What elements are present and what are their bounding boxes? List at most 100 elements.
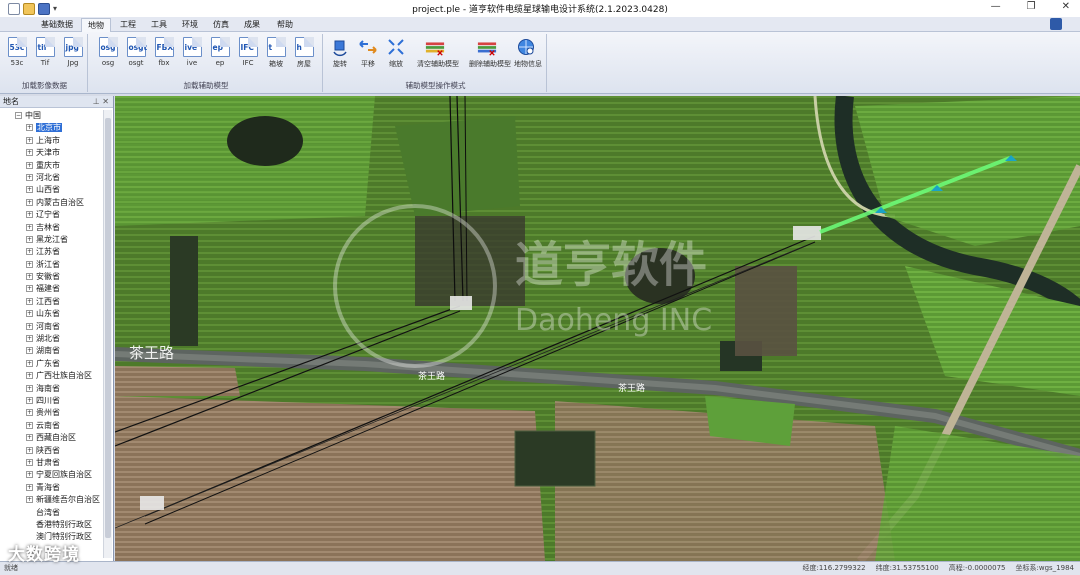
expand-icon[interactable]: + [26, 384, 33, 392]
tab-results[interactable]: 成果 [238, 18, 266, 32]
tab-basic-data[interactable]: 基础数据 [35, 18, 79, 32]
load-53c-button[interactable]: 53c 53c [5, 37, 29, 71]
tree-item[interactable]: 台湾省 [0, 507, 104, 519]
tree-item[interactable]: + 四川省 [0, 395, 104, 407]
tree-item[interactable]: + 河北省 [0, 172, 104, 184]
expand-icon[interactable]: + [26, 458, 33, 466]
close-button[interactable]: ✕ [1062, 1, 1070, 12]
collapse-icon[interactable]: − [15, 112, 22, 119]
minimize-button[interactable]: — [991, 1, 1001, 12]
expand-icon[interactable]: + [26, 248, 33, 256]
expand-icon[interactable]: + [26, 496, 33, 504]
delete-aux-model-button[interactable]: 删除辅助模型 [469, 37, 511, 71]
tree-item[interactable]: + 新疆维吾尔自治区 [0, 494, 104, 506]
tree-item[interactable]: + 江苏省 [0, 246, 104, 258]
expand-icon[interactable]: + [26, 173, 33, 181]
expand-icon[interactable]: + [26, 322, 33, 330]
expand-icon[interactable]: + [26, 359, 33, 367]
expand-icon[interactable]: + [26, 186, 33, 194]
expand-icon[interactable]: + [26, 409, 33, 417]
user-avatar-icon[interactable] [1050, 18, 1062, 30]
tab-environment[interactable]: 环境 [176, 18, 204, 32]
scale-button[interactable]: 缩放 [384, 37, 408, 71]
tree-item[interactable]: + 湖北省 [0, 333, 104, 345]
tree-item[interactable]: + 内蒙古自治区 [0, 197, 104, 209]
expand-icon[interactable]: + [26, 446, 33, 454]
tree-item[interactable]: + 安徽省 [0, 271, 104, 283]
expand-icon[interactable]: + [26, 335, 33, 343]
load-ifc-button[interactable]: IFC IFC [236, 37, 260, 71]
expand-icon[interactable]: + [26, 310, 33, 318]
tree-item[interactable]: + 西藏自治区 [0, 432, 104, 444]
tree-item[interactable]: + 广西壮族自治区 [0, 370, 104, 382]
expand-icon[interactable]: + [26, 483, 33, 491]
load-osgt-button[interactable]: osgt osgt [124, 37, 148, 71]
tab-simulation[interactable]: 仿真 [207, 18, 235, 32]
expand-icon[interactable]: + [26, 297, 33, 305]
pan-button[interactable]: 平移 [356, 37, 380, 71]
tree-item[interactable]: + 山西省 [0, 184, 104, 196]
close-panel-icon[interactable]: ✕ [102, 97, 109, 106]
expand-icon[interactable]: + [26, 198, 33, 206]
tree-item[interactable]: + 辽宁省 [0, 209, 104, 221]
expand-icon[interactable]: + [26, 235, 33, 243]
map-view[interactable]: 道亨软件 Daoheng INC 茶王路 茶王路 茶王路 [115, 96, 1080, 561]
tree-item[interactable]: + 吉林省 [0, 222, 104, 234]
expand-icon[interactable]: + [26, 149, 33, 157]
expand-icon[interactable]: + [26, 396, 33, 404]
tab-ground-objects[interactable]: 地物 [81, 18, 111, 32]
load-slope-button[interactable]: t 箱坡 [264, 37, 288, 71]
load-osg-button[interactable]: osg osg [96, 37, 120, 71]
tree-item[interactable]: + 河南省 [0, 321, 104, 333]
expand-icon[interactable]: + [26, 223, 33, 231]
expand-icon[interactable]: + [26, 471, 33, 479]
tree-item[interactable]: 香港特别行政区 [0, 519, 104, 531]
expand-icon[interactable]: + [26, 421, 33, 429]
expand-icon[interactable]: + [26, 211, 33, 219]
load-jpg-button[interactable]: jpg Jpg [61, 37, 85, 71]
tree-item[interactable]: + 青海省 [0, 482, 104, 494]
tree-item[interactable]: + 湖南省 [0, 345, 104, 357]
tree-item[interactable]: + 宁夏回族自治区 [0, 469, 104, 481]
tab-tools[interactable]: 工具 [145, 18, 173, 32]
rotate-button[interactable]: 旋转 [328, 37, 352, 71]
feature-info-button[interactable]: 地物信息 [514, 37, 542, 71]
tree-scrollbar[interactable] [103, 110, 112, 558]
tree-item[interactable]: + 贵州省 [0, 407, 104, 419]
maximize-button[interactable]: ❐ [1027, 1, 1036, 12]
expand-icon[interactable]: + [26, 273, 33, 281]
expand-icon[interactable]: + [26, 124, 33, 132]
expand-icon[interactable]: + [26, 347, 33, 355]
tree-item[interactable]: + 江西省 [0, 296, 104, 308]
pin-icon[interactable]: ⊥ [93, 97, 100, 106]
tree-item[interactable]: + 山东省 [0, 308, 104, 320]
load-ep-button[interactable]: ep ep [208, 37, 232, 71]
load-ive-button[interactable]: ive ive [180, 37, 204, 71]
tree-item[interactable]: + 浙江省 [0, 259, 104, 271]
scrollbar-thumb[interactable] [105, 118, 111, 538]
load-tif-button[interactable]: tif Tif [33, 37, 57, 71]
tab-help[interactable]: 帮助 [271, 18, 299, 32]
expand-icon[interactable]: + [26, 161, 33, 169]
tab-project[interactable]: 工程 [114, 18, 142, 32]
tree-item[interactable]: + 重庆市 [0, 160, 104, 172]
load-fbx-button[interactable]: FBX fbx [152, 37, 176, 71]
tree-item[interactable]: + 甘肃省 [0, 457, 104, 469]
load-house-button[interactable]: h 房屋 [292, 37, 316, 71]
tree-item[interactable]: + 天津市 [0, 147, 104, 159]
expand-icon[interactable]: + [26, 136, 33, 144]
tree-item[interactable]: + 陕西省 [0, 445, 104, 457]
tree-item[interactable]: + 广东省 [0, 358, 104, 370]
expand-icon[interactable]: + [26, 260, 33, 268]
tree-item[interactable]: + 北京市 [0, 122, 104, 134]
clear-aux-models-button[interactable]: 清空辅助模型 [417, 37, 459, 71]
expand-icon[interactable]: + [26, 372, 33, 380]
expand-icon[interactable]: + [26, 285, 33, 293]
tree-root[interactable]: − 中国 [0, 110, 104, 122]
tree-item[interactable]: + 福建省 [0, 283, 104, 295]
tree-item[interactable]: + 上海市 [0, 135, 104, 147]
expand-icon[interactable]: + [26, 434, 33, 442]
tree-item[interactable]: + 黑龙江省 [0, 234, 104, 246]
tree-item[interactable]: + 云南省 [0, 420, 104, 432]
tree-item[interactable]: + 海南省 [0, 383, 104, 395]
